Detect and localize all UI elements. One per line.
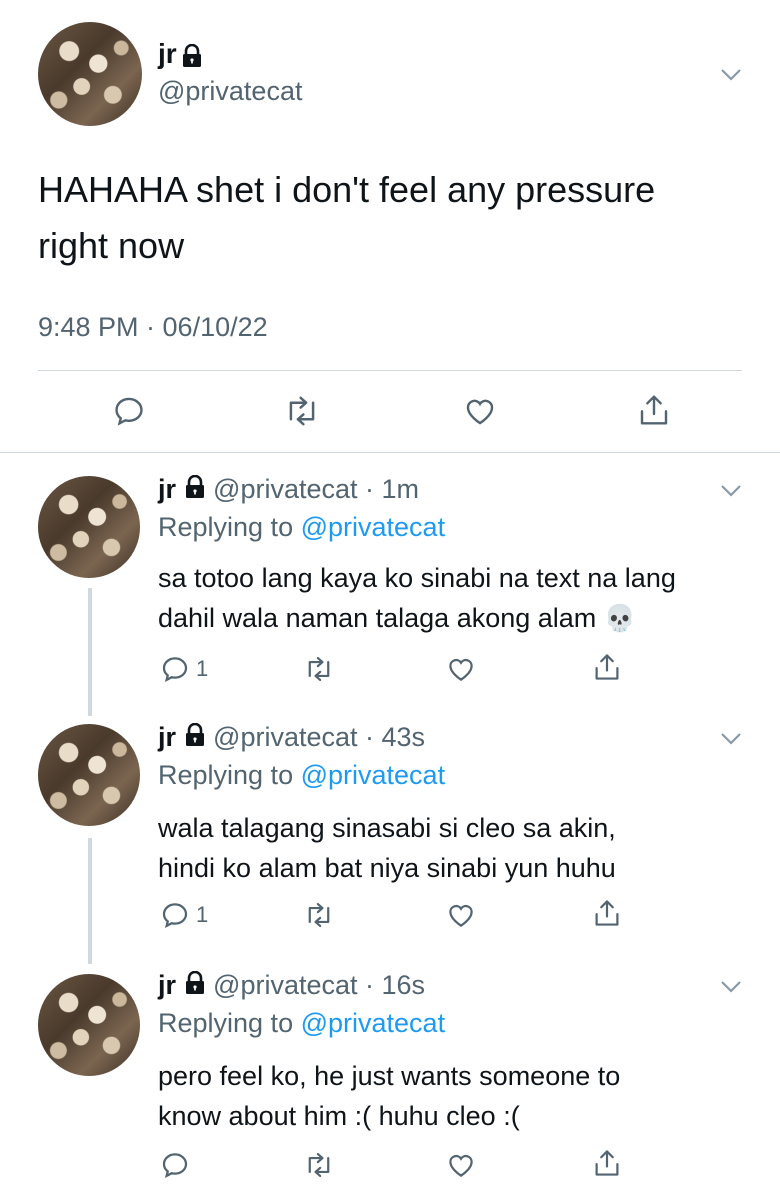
reply-text: wala talagang sinasabi si cleo sa akin, … — [158, 808, 758, 888]
replying-label: Replying to — [158, 760, 294, 790]
thread-line — [88, 838, 92, 964]
handle-and-time[interactable]: @privatecat · 1m — [213, 474, 419, 504]
share-icon[interactable] — [592, 652, 622, 682]
reply-text-line: pero feel ko, he just wants someone to — [158, 1061, 621, 1091]
retweet-icon[interactable] — [304, 654, 334, 684]
tweet-text-line: HAHAHA shet i don't feel any pressure — [38, 169, 656, 210]
tweet-text: HAHAHA shet i don't feel any pressure ri… — [38, 162, 758, 274]
reply-icon[interactable] — [160, 1150, 190, 1180]
like-icon[interactable] — [446, 900, 476, 930]
reply-icon[interactable] — [112, 394, 146, 428]
handle-and-time[interactable]: @privatecat · 16s — [213, 970, 425, 1000]
timestamp[interactable]: 9:48 PM · 06/10/22 — [38, 312, 268, 343]
share-icon[interactable] — [592, 898, 622, 928]
like-icon[interactable] — [446, 1150, 476, 1180]
display-name[interactable]: jr — [158, 722, 176, 752]
reply-text-line: dahil wala naman talaga akong alam 💀 — [158, 603, 637, 633]
thread-line — [88, 588, 92, 716]
retweet-icon[interactable] — [304, 900, 334, 930]
replying-handle-link[interactable]: @privatecat — [301, 760, 445, 790]
display-name[interactable]: jr — [158, 970, 176, 1000]
divider — [0, 452, 780, 453]
retweet-icon[interactable] — [284, 394, 320, 428]
avatar[interactable] — [38, 724, 140, 826]
replying-to: Replying to @privatecat — [158, 760, 445, 791]
avatar[interactable] — [38, 476, 140, 578]
reply-text-line: wala talagang sinasabi si cleo sa akin, — [158, 813, 616, 843]
divider — [38, 370, 742, 371]
display-name[interactable]: jr — [158, 474, 176, 504]
replying-label: Replying to — [158, 1008, 294, 1038]
chevron-down-icon[interactable] — [720, 732, 742, 746]
chevron-down-icon[interactable] — [720, 980, 742, 994]
main-tweet-author[interactable]: jr — [158, 38, 203, 73]
chevron-down-icon[interactable] — [720, 68, 742, 82]
reply-header[interactable]: jr @privatecat · 16s — [158, 970, 425, 1002]
reply-icon[interactable] — [160, 654, 190, 684]
handle-and-time[interactable]: @privatecat · 43s — [213, 722, 425, 752]
avatar[interactable] — [38, 974, 140, 1076]
chevron-down-icon[interactable] — [720, 484, 742, 498]
reply-text: sa totoo lang kaya ko sinabi na text na … — [158, 558, 758, 638]
share-icon[interactable] — [592, 1148, 622, 1178]
lock-icon — [181, 43, 203, 73]
skull-emoji: 💀 — [603, 603, 637, 633]
reply-text-line: hindi ko alam bat niya sinabi yun huhu — [158, 853, 616, 883]
lock-icon — [184, 971, 206, 1002]
replying-label: Replying to — [158, 512, 294, 542]
lock-icon — [184, 475, 206, 506]
reply-text-line: know about him :( huhu cleo :( — [158, 1101, 520, 1131]
share-icon[interactable] — [638, 392, 670, 428]
avatar[interactable] — [38, 22, 142, 126]
reply-text-line: sa totoo lang kaya ko sinabi na text na … — [158, 563, 676, 593]
display-name[interactable]: jr — [158, 38, 177, 69]
like-icon[interactable] — [462, 394, 498, 428]
tweet-text-line: right now — [38, 225, 185, 266]
reply-count: 1 — [196, 656, 209, 681]
lock-icon — [184, 723, 206, 754]
handle[interactable]: @privatecat — [158, 76, 302, 107]
reply-text: pero feel ko, he just wants someone to k… — [158, 1056, 758, 1136]
replying-to: Replying to @privatecat — [158, 512, 445, 543]
replying-to: Replying to @privatecat — [158, 1008, 445, 1039]
reply-header[interactable]: jr @privatecat · 43s — [158, 722, 425, 754]
retweet-icon[interactable] — [304, 1150, 334, 1180]
reply-icon[interactable] — [160, 900, 190, 930]
like-icon[interactable] — [446, 654, 476, 684]
replying-handle-link[interactable]: @privatecat — [301, 512, 445, 542]
reply-header[interactable]: jr @privatecat · 1m — [158, 474, 419, 506]
replying-handle-link[interactable]: @privatecat — [301, 1008, 445, 1038]
reply-count: 1 — [196, 902, 209, 927]
